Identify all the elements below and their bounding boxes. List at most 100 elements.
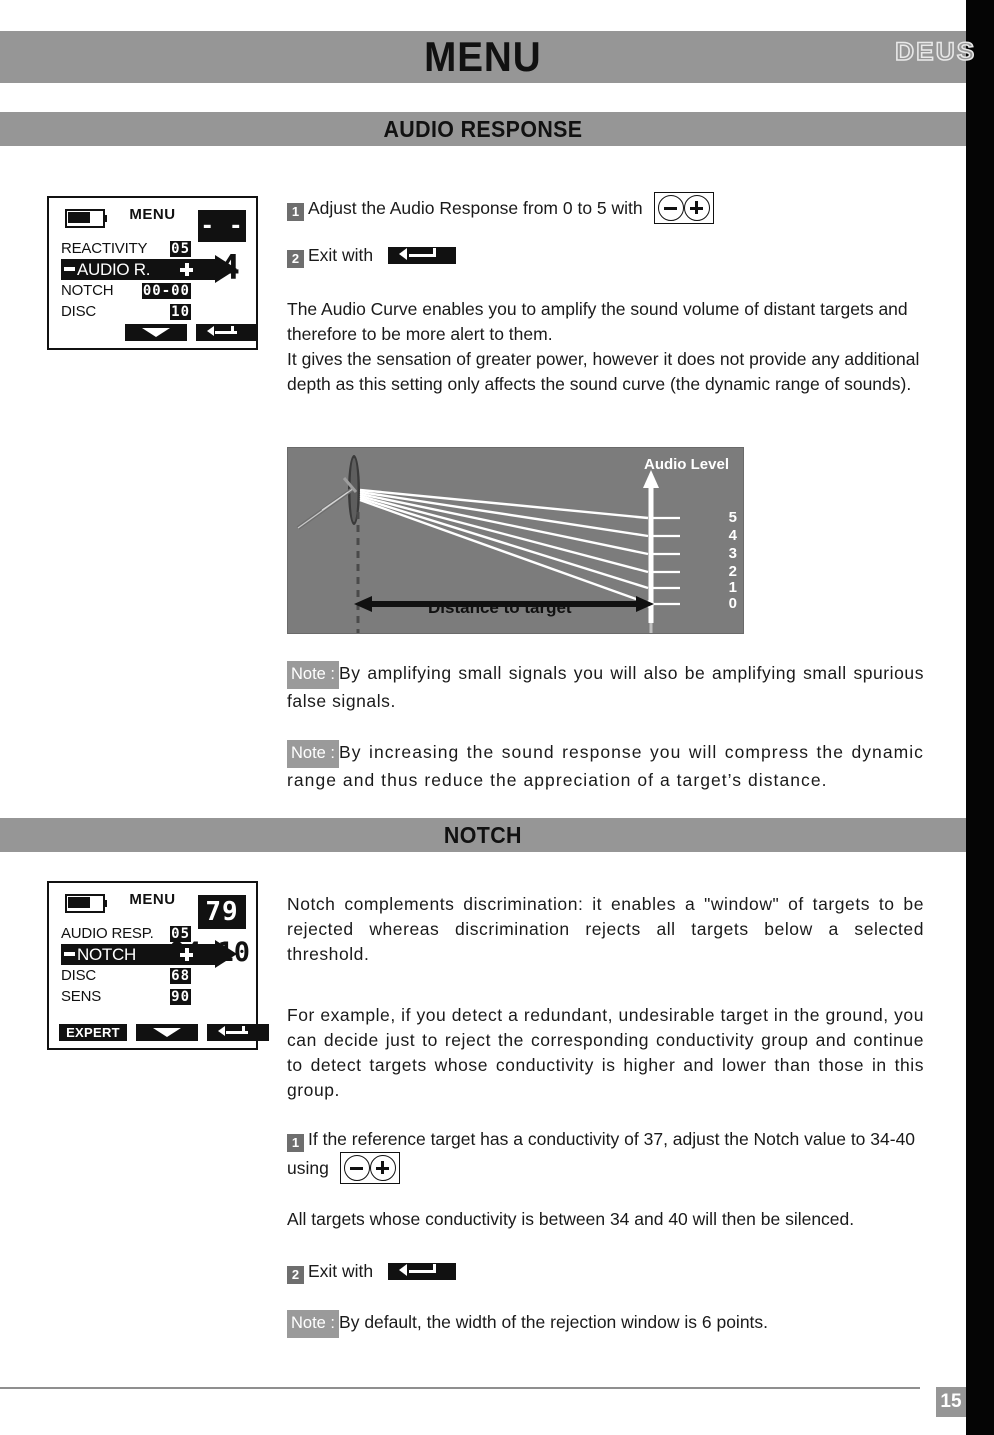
arrow-head-icon: [399, 1264, 408, 1276]
audio-step-1: 1 Adjust the Audio Response from 0 to 5 w…: [287, 192, 924, 224]
lcd-row-reactivity[interactable]: REACTIVITY 05: [61, 238, 191, 259]
chart-tick-2: 2: [728, 563, 737, 580]
softkey-down-button[interactable]: [125, 324, 187, 341]
minus-icon: [64, 952, 75, 956]
plus-icon: [180, 948, 193, 961]
audio-note-1-text: By amplifying small signals you will als…: [287, 663, 924, 711]
lcd-row-value: 05: [170, 240, 191, 257]
lcd-menu-rows: REACTIVITY 05 AUDIO R. NOTCH 00-00 DISC …: [61, 238, 237, 322]
lcd-softkey-bar: [125, 324, 258, 341]
lcd-row-label: DISC: [61, 967, 97, 984]
plus-icon: [180, 263, 193, 276]
plus-minus-keys-icon[interactable]: [653, 192, 714, 224]
exit-key-icon[interactable]: [388, 247, 457, 264]
lcd-softkey-bar: EXPERT: [59, 1024, 269, 1041]
section-header-notch: NOTCH: [0, 818, 966, 852]
page-title: MENU: [424, 33, 542, 80]
lcd-row-value: 68: [170, 967, 191, 984]
chart-tick-4: 4: [728, 527, 737, 544]
audio-note-1: Note : By amplifying small signals you wi…: [287, 661, 924, 714]
minus-icon: [64, 267, 75, 271]
chevron-down-icon: [142, 328, 170, 337]
arrow-head-icon: [207, 325, 214, 336]
lcd-row-label: NOTCH: [77, 944, 136, 964]
note-badge: Note :: [287, 1310, 340, 1338]
lcd-row-label: DISC: [61, 303, 97, 320]
chevron-down-icon: [153, 1028, 181, 1037]
response-curves: [359, 488, 651, 606]
softkey-back-button[interactable]: [207, 1024, 269, 1041]
audio-note-2-text: By increasing the sound response you wil…: [287, 742, 924, 790]
note-badge: Note :: [287, 661, 340, 689]
lcd-row-notch[interactable]: NOTCH 00-00: [61, 280, 191, 301]
lcd-row-label: AUDIO R.: [77, 259, 151, 279]
selection-arrow-icon: [215, 940, 237, 968]
deus-logo: DEUS: [894, 37, 976, 67]
notch-step-2: 2 Exit with: [287, 1259, 924, 1284]
detector-coil-illustration: [296, 455, 360, 530]
lcd-row-value: 05: [170, 925, 191, 942]
lcd-row-value: 90: [170, 988, 191, 1005]
audio-step-2: 2 Exit with: [287, 243, 924, 268]
plus-key-icon[interactable]: [683, 195, 710, 221]
step-badge-1: 1: [287, 1133, 304, 1152]
lcd-screen-notch: MENU 79 04-10 AUDIO RESP. 05 NOTCH DISC …: [47, 881, 269, 1050]
lcd-row-sens[interactable]: SENS 90: [61, 986, 191, 1007]
audio-step-1-text: Adjust the Audio Response from 0 to 5 wi…: [308, 198, 643, 218]
lcd-row-value: 00-00: [141, 282, 191, 299]
step-badge-2: 2: [287, 1265, 304, 1284]
softkey-back-button[interactable]: [196, 324, 258, 341]
lcd-row-label: SENS: [61, 988, 102, 1005]
arrow-head-icon: [218, 1025, 225, 1036]
section-title-notch: NOTCH: [444, 821, 522, 848]
note-badge: Note :: [287, 740, 340, 768]
lcd-row-disc[interactable]: DISC 10: [61, 301, 191, 322]
segment-display-top: - -: [198, 210, 246, 242]
audio-step-2-text: Exit with: [308, 245, 374, 265]
plus-minus-keys-icon[interactable]: [339, 1152, 400, 1184]
notch-note-text: By default, the width of the rejection w…: [339, 1312, 769, 1332]
return-arrow-icon: [402, 248, 437, 260]
softkey-down-button[interactable]: [136, 1024, 198, 1041]
lcd-screen-audio-response: MENU - - 4 REACTIVITY 05 AUDIO R. NOTCH …: [47, 196, 258, 350]
notch-paragraph-2: For example, if you detect a redundant, …: [287, 1005, 924, 1100]
lcd-row-disc[interactable]: DISC 68: [61, 965, 191, 986]
notch-statement: All targets whose conductivity is betwee…: [287, 1209, 855, 1229]
exit-key-icon[interactable]: [388, 1263, 457, 1280]
right-margin-bar: [966, 0, 994, 1435]
page-number: 15: [936, 1387, 966, 1417]
segment-display-top: 79: [198, 895, 246, 929]
minus-key-icon[interactable]: [343, 1155, 370, 1181]
page-header-banner: MENU: [0, 31, 966, 83]
chart-y-axis-label: Audio Level: [643, 456, 729, 473]
minus-key-icon[interactable]: [657, 195, 684, 221]
section-title-audio-response: AUDIO RESPONSE: [383, 115, 583, 142]
lcd-row-audio-resp[interactable]: AUDIO RESP. 05: [61, 923, 191, 944]
return-arrow-icon: [402, 1264, 437, 1276]
lcd-row-label: REACTIVITY: [61, 240, 148, 257]
chart-tick-3: 3: [728, 545, 737, 562]
arrow-head-icon: [399, 248, 408, 260]
plus-key-icon[interactable]: [369, 1155, 396, 1181]
lcd-menu-rows: AUDIO RESP. 05 NOTCH DISC 68 SENS 90: [61, 923, 237, 1007]
notch-note: Note : By default, the width of the rejec…: [287, 1310, 924, 1338]
audio-level-figure: Audio Level Distance to target 5 4 3 2 1…: [287, 447, 744, 634]
chart-tick-0: 0: [728, 595, 737, 612]
section-header-audio-response: AUDIO RESPONSE: [0, 112, 966, 146]
softkey-expert-button[interactable]: EXPERT: [59, 1024, 127, 1041]
footer-divider: [0, 1387, 920, 1389]
lcd-row-audio-r-selected[interactable]: AUDIO R.: [61, 255, 237, 283]
audio-note-2: Note : By increasing the sound response y…: [287, 740, 924, 793]
lcd-row-label: NOTCH: [61, 282, 114, 299]
step-badge-1: 1: [287, 202, 304, 221]
chart-tick-5: 5: [728, 509, 737, 526]
audio-paragraph: The Audio Curve enables you to amplify t…: [287, 299, 920, 394]
step-badge-2: 2: [287, 249, 304, 268]
lcd-row-notch-selected[interactable]: NOTCH: [61, 940, 237, 968]
y-axis-ticks: [651, 516, 680, 606]
notch-paragraph-1: Notch complements discrimination: it ena…: [287, 894, 924, 964]
lcd-row-value: 10: [170, 303, 191, 320]
chart-x-axis-label: Distance to target: [428, 598, 572, 617]
notch-step-2-text: Exit with: [308, 1261, 374, 1281]
lcd-row-label: AUDIO RESP.: [61, 925, 154, 942]
